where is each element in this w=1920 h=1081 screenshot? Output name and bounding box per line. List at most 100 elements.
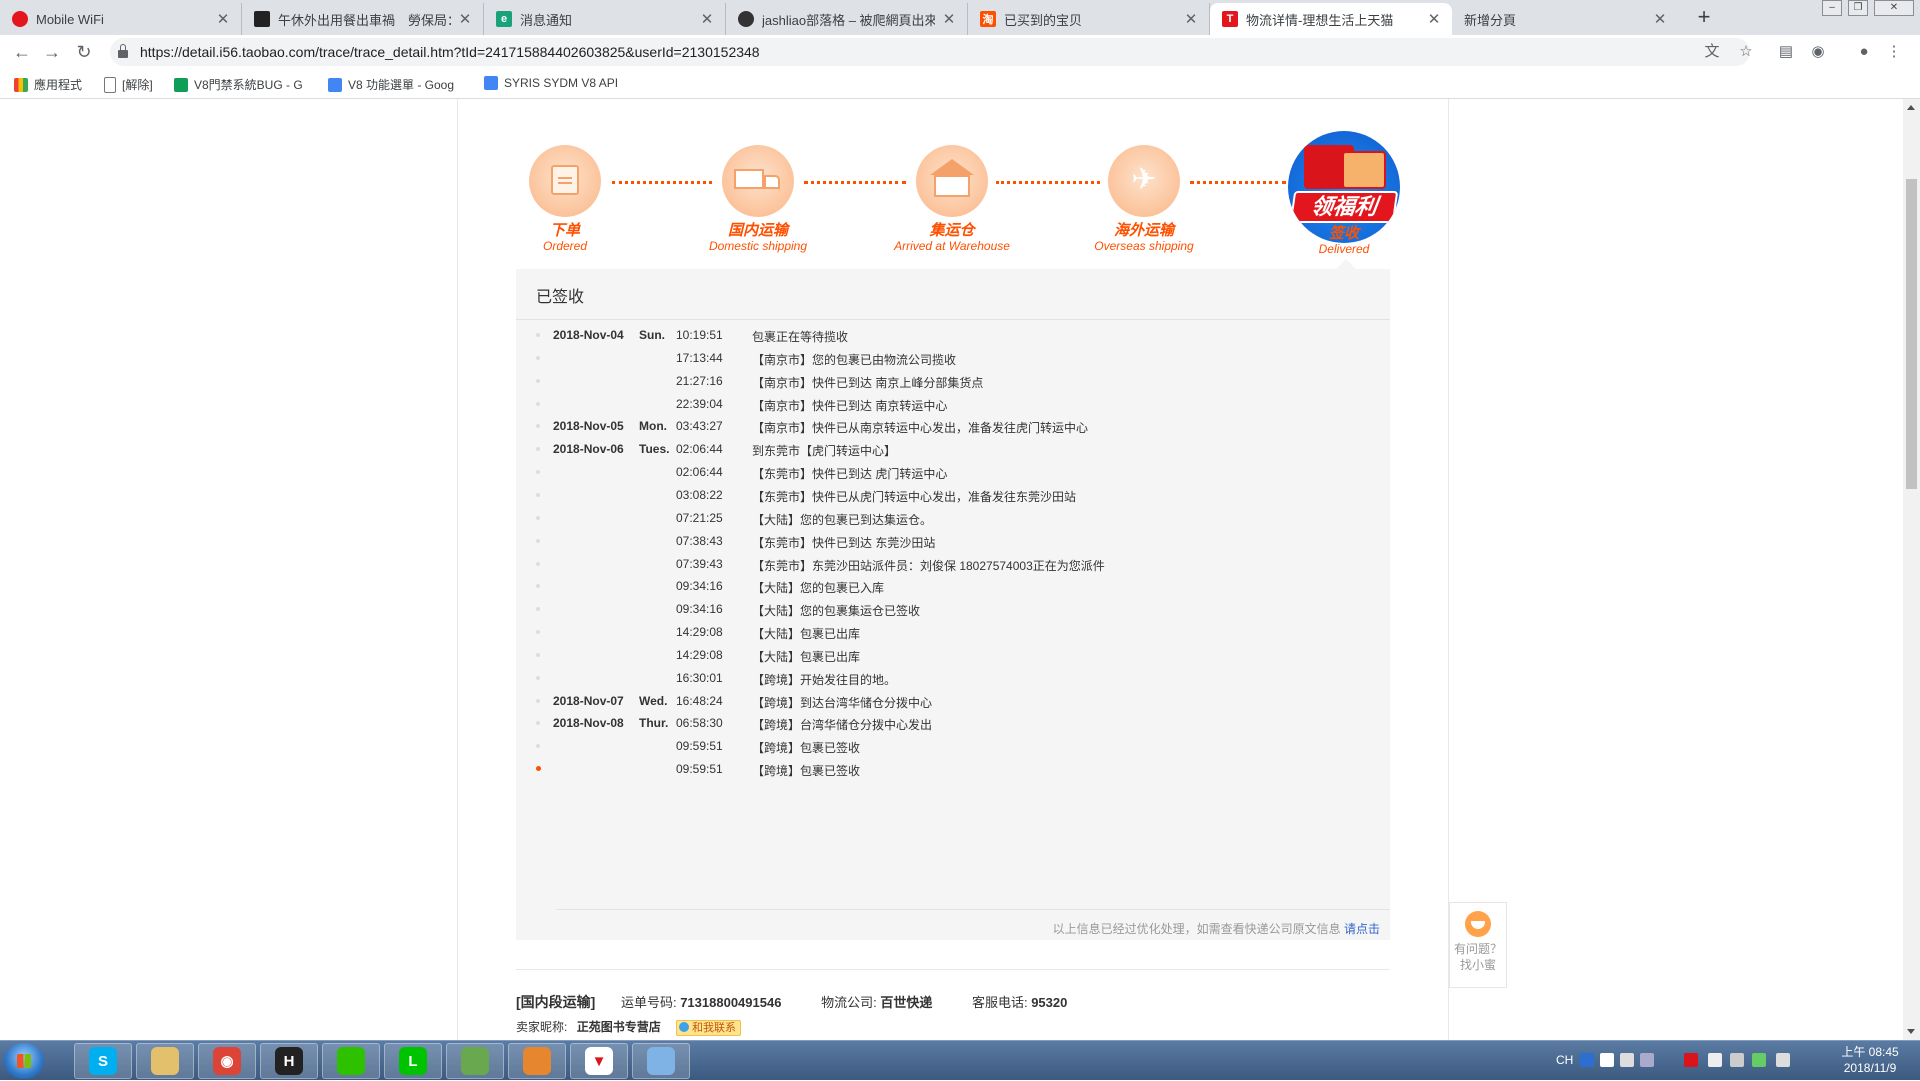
menu-icon[interactable]: ⋮ — [1884, 42, 1904, 62]
scroll-up-icon[interactable] — [1907, 105, 1915, 110]
tab-news[interactable]: 午休外出用餐出車禍 勞保局：非 ✕ — [242, 3, 484, 35]
section-title: [国内段运输] — [516, 994, 596, 1010]
taskbar-app[interactable] — [508, 1043, 566, 1079]
reader-icon[interactable]: ▤ — [1776, 42, 1796, 62]
bookmark-label: V8門禁系統BUG - G — [194, 78, 303, 92]
bookmark-sydm-api[interactable]: SYRIS SYDM V8 API — [484, 76, 618, 90]
original-info-link[interactable]: 请点击 — [1344, 922, 1380, 936]
close-icon[interactable]: ✕ — [941, 10, 957, 28]
taskbar-app[interactable]: H — [260, 1043, 318, 1079]
tracking-box: 已签收 2018-Nov-04 Sun. 10:19:51 包裹正在等待揽收 17:13… — [516, 269, 1390, 940]
address-bar[interactable]: https://detail.i56.taobao.com/trace/trac… — [110, 38, 1750, 66]
keyboard-icon[interactable] — [1600, 1053, 1614, 1067]
event-time: 14:29:08 — [676, 625, 723, 639]
url-text[interactable]: https://detail.i56.taobao.com/trace/trac… — [140, 44, 760, 60]
translate-icon[interactable]: 文 — [1702, 42, 1722, 62]
back-button[interactable]: ← — [10, 40, 34, 64]
taskbar-app[interactable]: ▼ — [570, 1043, 628, 1079]
taskbar-app[interactable]: L — [384, 1043, 442, 1079]
forward-button[interactable]: → — [40, 40, 64, 64]
ime-icon[interactable] — [1580, 1053, 1594, 1067]
close-icon[interactable]: ✕ — [1652, 10, 1668, 28]
language-indicator[interactable]: CH — [1556, 1053, 1573, 1067]
tab-purchased[interactable]: 淘 已买到的宝贝 ✕ — [968, 3, 1210, 35]
event-time: 16:30:01 — [676, 671, 723, 685]
input-icon[interactable] — [1620, 1053, 1634, 1067]
taobao-icon: 淘 — [980, 11, 996, 27]
bookmark-unlock[interactable]: [解除] — [104, 76, 153, 93]
close-icon[interactable]: ✕ — [457, 10, 473, 28]
profile-icon[interactable]: ● — [1854, 42, 1874, 62]
step-domestic: 国内运输 Domestic shipping — [678, 145, 838, 253]
tab-notifications[interactable]: e 消息通知 ✕ — [484, 3, 726, 35]
event-day: Sun. — [639, 328, 665, 342]
monitor-icon[interactable] — [1730, 1053, 1744, 1067]
event-time: 10:19:51 — [676, 328, 723, 342]
flag-icon[interactable] — [1708, 1053, 1722, 1067]
event-desc: 【南京市】快件已从南京转运中心发出，准备发往虎门转运中心 — [752, 421, 1089, 435]
close-icon[interactable]: ✕ — [699, 10, 715, 28]
tab-title: 物流详情-理想生活上天猫 — [1246, 12, 1394, 28]
volume-icon[interactable] — [1776, 1053, 1790, 1067]
taskbar-app[interactable] — [322, 1043, 380, 1079]
network-icon[interactable] — [1752, 1053, 1766, 1067]
help-widget[interactable]: 有问题？ 找小蜜 — [1449, 902, 1507, 988]
event-desc: 【大陆】包裹已出库 — [752, 627, 861, 641]
clock[interactable]: 上午 08:45 2018/11/9 — [1830, 1044, 1910, 1076]
tab-mobile-wifi[interactable]: Mobile WiFi ✕ — [0, 3, 242, 35]
box-pointer — [1336, 259, 1356, 269]
company-label: 物流公司: — [821, 995, 877, 1010]
warehouse-icon — [916, 145, 988, 217]
star-icon[interactable]: ☆ — [1736, 42, 1756, 62]
tray-app-icon[interactable] — [1684, 1053, 1698, 1067]
bookmark-v8-menu[interactable]: V8 功能選單 - Goog — [328, 76, 454, 93]
start-button[interactable] — [4, 1043, 44, 1079]
event-day: Tues. — [639, 442, 670, 456]
event-row: 09:59:51 【跨境】包裹已签收 — [516, 737, 1390, 757]
security-icon: ▼ — [585, 1047, 613, 1075]
tab-logistics[interactable]: T 物流详情-理想生活上天猫 ✕ — [1210, 3, 1452, 35]
new-tab-button[interactable]: + — [1692, 6, 1716, 30]
close-window-button[interactable]: ✕ — [1874, 0, 1914, 16]
taskbar-app[interactable] — [136, 1043, 194, 1079]
order-icon — [529, 145, 601, 217]
seller-info: 卖家昵称: 正苑图书专营店 和我联系 — [516, 1018, 742, 1036]
truck-icon — [722, 145, 794, 217]
event-desc: 【南京市】快件已到达 南京转运中心 — [752, 399, 948, 413]
minimize-button[interactable]: – — [1822, 0, 1842, 16]
divider — [516, 969, 1390, 970]
event-desc: 包裹正在等待揽收 — [752, 330, 849, 344]
tab-new[interactable]: 新增分頁 ✕ — [1452, 3, 1678, 35]
taskbar-app[interactable] — [632, 1043, 690, 1079]
taskbar-app[interactable]: ◉ — [198, 1043, 256, 1079]
event-time: 03:43:27 — [676, 419, 723, 433]
bookmark-label: SYRIS SYDM V8 API — [504, 76, 619, 90]
scroll-thumb[interactable] — [1906, 179, 1917, 489]
bookmark-v8-bug[interactable]: V8門禁系統BUG - G — [174, 76, 303, 93]
contact-seller-button[interactable]: 和我联系 — [676, 1020, 742, 1036]
event-time: 03:08:22 — [676, 488, 723, 502]
close-icon[interactable]: ✕ — [215, 10, 231, 28]
tab-blog[interactable]: jashliao部落格 – 被爬網頁出來 ✕ — [726, 3, 968, 35]
help-text: 有问题？ — [1453, 942, 1502, 956]
event-time: 14:29:08 — [676, 648, 723, 662]
timeline-dot-icon — [536, 721, 540, 725]
taskbar-app[interactable] — [446, 1043, 504, 1079]
reload-button[interactable]: ↻ — [72, 40, 96, 64]
scrollbar[interactable] — [1903, 99, 1920, 1040]
scroll-down-icon[interactable] — [1907, 1029, 1915, 1034]
extension-icon[interactable]: ◉ — [1808, 42, 1828, 62]
phone-label: 客服电话: — [971, 995, 1028, 1010]
bookmark-apps[interactable]: 應用程式 — [14, 76, 82, 93]
restore-button[interactable]: ❐ — [1848, 0, 1868, 16]
step-label-zh: 国内运输 — [727, 222, 788, 239]
event-desc: 【大陆】您的包裹已入库 — [752, 581, 885, 595]
close-icon[interactable]: ✕ — [1183, 10, 1199, 28]
event-desc: 【跨境】到达台湾华储仓分拨中心 — [752, 696, 933, 710]
display-icon[interactable] — [1640, 1053, 1654, 1067]
step-warehouse: 集运仓 Arrived at Warehouse — [872, 145, 1032, 253]
event-desc: 【跨境】开始发往目的地。 — [752, 673, 897, 687]
close-icon[interactable]: ✕ — [1426, 10, 1442, 28]
taskbar-app[interactable]: S — [74, 1043, 132, 1079]
event-desc: 【跨境】包裹已签收 — [752, 741, 861, 755]
